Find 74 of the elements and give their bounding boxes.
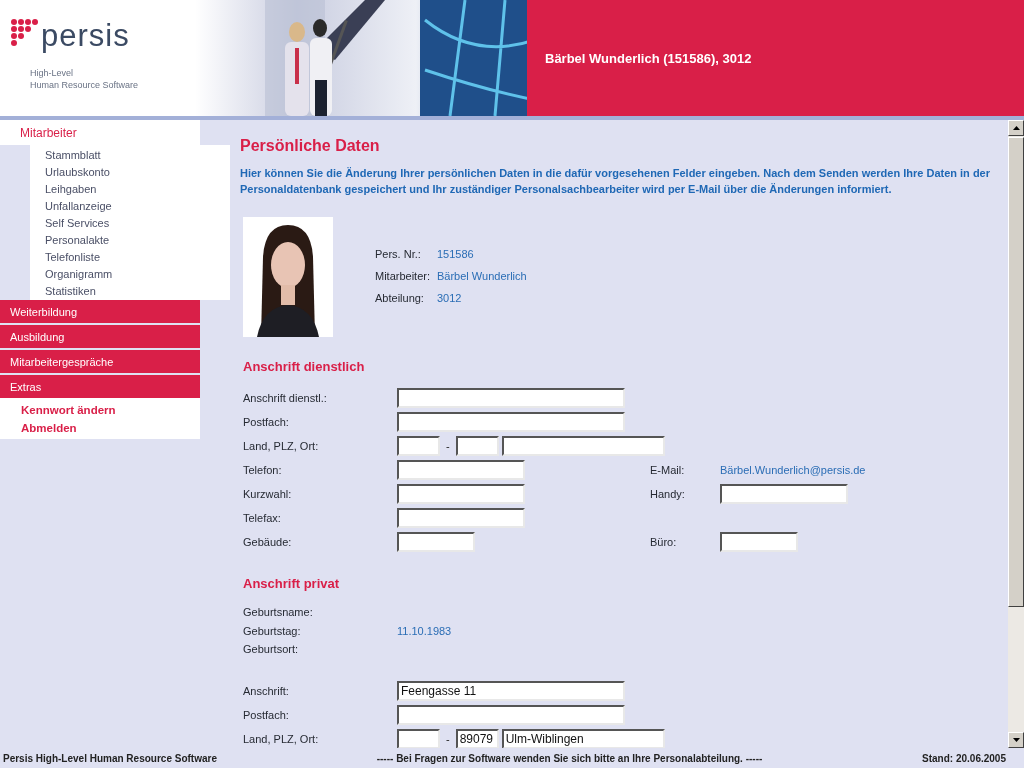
field-value: 3012: [437, 291, 463, 305]
menu-section[interactable]: Mitarbeitergespräche: [0, 350, 200, 373]
text-field[interactable]: [397, 508, 525, 528]
section-title: Anschrift privat: [243, 576, 341, 591]
page-title: Persönliche Daten: [240, 137, 381, 155]
separator-text: -: [445, 732, 451, 745]
field-value: 11.10.1983: [397, 623, 452, 638]
menu-section[interactable]: Extras: [0, 375, 200, 398]
tagline-text: Human Resource Software: [30, 79, 140, 91]
footer-text: Persis High-Level Human Resource Software: [3, 752, 217, 764]
footer-date: Stand: 20.06.2005: [922, 752, 1006, 764]
submenu-item[interactable]: Leihgaben: [45, 181, 230, 198]
scroll-up-icon[interactable]: [1008, 120, 1024, 136]
separator-text: -: [445, 440, 451, 452]
submenu-item[interactable]: Telefonliste: [45, 249, 230, 266]
email-link[interactable]: Bärbel.Wunderlich@persis.de: [720, 463, 866, 477]
field-value: Bärbel Wunderlich: [437, 269, 527, 283]
field-label: Geburtsname:: [243, 605, 313, 620]
submenu-item[interactable]: Organigramm: [45, 266, 230, 283]
text-field[interactable]: [397, 412, 625, 432]
field-label: Telefon:: [243, 463, 282, 477]
menu-section[interactable]: Ausbildung: [0, 325, 200, 348]
text-field[interactable]: [397, 704, 625, 725]
field-label: Geburtsort:: [243, 642, 299, 657]
action-link[interactable]: Kennwort ändern: [21, 401, 200, 419]
action-link[interactable]: Abmelden: [21, 419, 200, 437]
section-title: Anschrift dienstlich: [243, 359, 366, 374]
field-label: E-Mail:: [650, 463, 685, 477]
field-label: Geburtstag:: [243, 623, 301, 638]
field-label: Kurzwahl:: [243, 487, 292, 501]
user-name: Bärbel Wunderlich (151586), 3012: [545, 50, 752, 66]
city-field[interactable]: [501, 436, 665, 456]
menu-section[interactable]: Weiterbildung: [0, 300, 200, 323]
submenu-item[interactable]: Urlaubskonto: [45, 164, 230, 181]
scrollbar[interactable]: [1008, 120, 1024, 748]
field-label: Mitarbeiter:: [375, 269, 432, 283]
text-field[interactable]: Feengasse 11: [397, 680, 625, 701]
intro-text: Hier können Sie die Änderung Ihrer persönlichen Daten in die dafür vorgesehenen Felder eingeben. Nach dem Senden werden Ihre Daten in der Personaldatenbank gespeichert und Ihr zuständiger Personalsachbearbeiter wird per E-Mail über die Änderungen informiert.: [240, 166, 991, 197]
field-label: Land, PLZ, Ort:: [243, 439, 319, 453]
field-label: Abteilung:: [375, 291, 425, 305]
text-field[interactable]: [397, 484, 525, 504]
submenu-item[interactable]: Stammblatt: [45, 147, 230, 164]
submenu-item[interactable]: Personalakte: [45, 232, 230, 249]
field-label: Pers. Nr.:: [375, 247, 422, 261]
scroll-down-icon[interactable]: [1008, 732, 1024, 748]
logo-text: persis: [41, 20, 130, 51]
field-label: Anschrift:: [243, 683, 289, 698]
country-field[interactable]: [397, 436, 440, 456]
text-field[interactable]: [397, 388, 625, 408]
field-value: 151586: [437, 247, 475, 261]
menu-section[interactable]: Mitarbeiter: [0, 120, 200, 145]
text-field[interactable]: [397, 532, 475, 552]
tagline-text: High-Level: [30, 67, 75, 79]
logo-dots-icon: [10, 18, 39, 47]
field-label: Gebäude:: [243, 535, 292, 549]
submenu-item[interactable]: Statistiken: [45, 283, 230, 300]
city-field[interactable]: Ulm-Wiblingen: [501, 728, 665, 748]
postal-code-field[interactable]: 89079: [455, 728, 499, 748]
country-field[interactable]: [397, 728, 440, 748]
postal-code-field[interactable]: [455, 436, 499, 456]
submenu-item[interactable]: Self Services: [45, 215, 230, 232]
field-label: Handy:: [650, 487, 685, 501]
field-label: Büro:: [650, 535, 677, 549]
scroll-thumb[interactable]: [1008, 137, 1024, 607]
field-label: Postfach:: [243, 415, 289, 429]
footer-notice: ----- Bei Fragen zur Software wenden Sie sich bitte an Ihre Personalabteilung. -----: [376, 752, 763, 764]
field-label: Postfach:: [243, 707, 289, 722]
text-field[interactable]: [720, 484, 848, 504]
text-field[interactable]: [720, 532, 798, 552]
field-label: Telefax:: [243, 511, 281, 525]
text-field[interactable]: [397, 460, 525, 480]
field-label: Land, PLZ, Ort:: [243, 731, 319, 746]
submenu-item[interactable]: Unfallanzeige: [45, 198, 230, 215]
field-label: Anschrift dienstl.:: [243, 391, 327, 405]
